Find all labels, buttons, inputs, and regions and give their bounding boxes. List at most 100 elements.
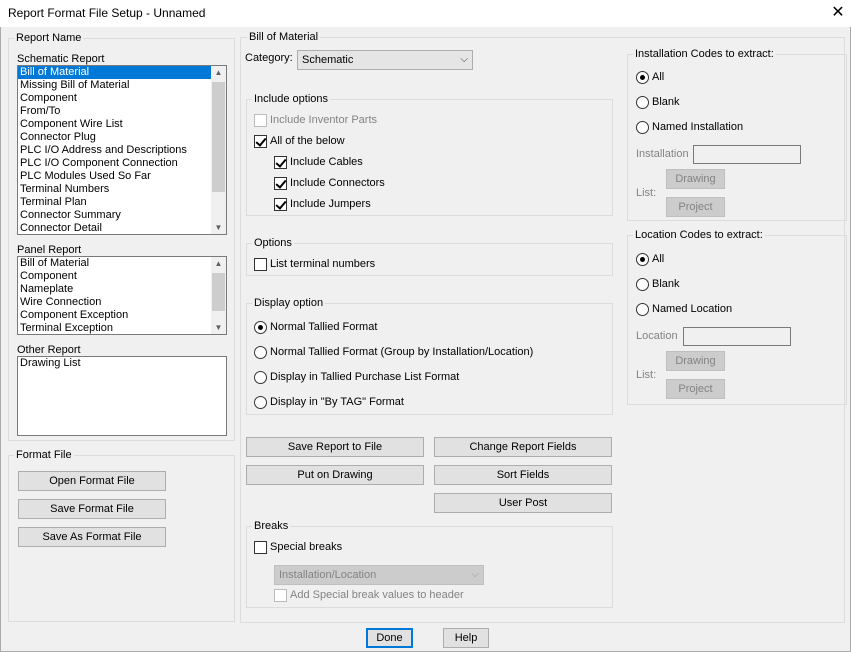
scroll-thumb[interactable] — [212, 273, 225, 311]
list-item[interactable]: Terminal Numbers — [18, 183, 226, 196]
display-option-label: Display in "By TAG" Format — [270, 396, 404, 408]
location-blank-label: Blank — [652, 278, 680, 290]
include-cables-checkbox[interactable] — [274, 156, 287, 169]
list-item[interactable]: Bill of Material — [18, 66, 226, 79]
scroll-down-icon[interactable]: ▼ — [211, 221, 226, 234]
save-as-format-file-button[interactable]: Save As Format File — [18, 527, 166, 547]
display-option-radio[interactable] — [254, 396, 267, 409]
special-breaks-label: Special breaks — [270, 541, 343, 553]
location-field-label: Location — [636, 330, 678, 342]
location-codes-label: Location Codes to extract: — [633, 229, 765, 241]
list-item[interactable]: PLC I/O Address and Descriptions — [18, 144, 226, 157]
window-title: Report Format File Setup - Unnamed — [8, 6, 206, 20]
scroll-up-icon[interactable]: ▲ — [211, 257, 226, 270]
installation-list-label: List: — [636, 187, 657, 199]
close-icon[interactable]: ✕ — [827, 2, 849, 24]
display-option-label: Display option — [252, 297, 326, 309]
report-name-label: Report Name — [14, 32, 84, 44]
panel-report-list[interactable]: Bill of Material Component Nameplate Wire C… — [17, 256, 227, 335]
installation-field-label: Installation — [636, 148, 689, 160]
location-all-label: All — [652, 253, 665, 265]
section-title: Bill of Material — [247, 31, 321, 43]
list-item[interactable]: Drawing List — [18, 357, 226, 370]
schematic-report-list[interactable]: Bill of Material Missing Bill of Material… — [17, 65, 227, 235]
list-item[interactable]: Component Exception — [18, 309, 226, 322]
change-report-fields-button[interactable]: Change Report Fields — [434, 437, 612, 457]
scroll-up-icon[interactable]: ▲ — [211, 66, 226, 79]
display-option-radio[interactable] — [254, 321, 267, 334]
list-item[interactable]: From/To — [18, 105, 226, 118]
list-terminal-numbers-label: List terminal numbers — [270, 258, 376, 270]
panel-list-scrollbar[interactable]: ▲ ▼ — [211, 257, 226, 334]
installation-blank-radio[interactable] — [636, 96, 649, 109]
display-option-radio[interactable] — [254, 346, 267, 359]
category-value: Schematic — [302, 54, 354, 66]
help-button[interactable]: Help — [443, 628, 489, 648]
location-blank-radio[interactable] — [636, 278, 649, 291]
special-breaks-checkbox[interactable] — [254, 541, 267, 554]
list-item[interactable]: Connector Summary — [18, 209, 226, 222]
include-connectors-label: Include Connectors — [290, 177, 385, 189]
other-report-list[interactable]: Drawing List — [17, 356, 227, 436]
list-item[interactable]: Terminal Plan — [18, 196, 226, 209]
include-jumpers-label: Include Jumpers — [290, 198, 371, 210]
installation-codes-label: Installation Codes to extract: — [633, 48, 776, 60]
list-item[interactable]: Connector Plug — [18, 131, 226, 144]
sort-fields-button[interactable]: Sort Fields — [434, 465, 612, 485]
named-installation-label: Named Installation — [652, 121, 744, 133]
save-report-to-file-button[interactable]: Save Report to File — [246, 437, 424, 457]
location-list-label: List: — [636, 369, 657, 381]
named-location-label: Named Location — [652, 303, 733, 315]
list-item[interactable]: PLC I/O Component Connection — [18, 157, 226, 170]
installation-drawing-button[interactable]: Drawing — [666, 169, 725, 189]
list-item[interactable]: Connector Detail — [18, 222, 226, 234]
all-below-checkbox[interactable] — [254, 135, 267, 148]
options-label: Options — [252, 237, 294, 249]
installation-blank-label: Blank — [652, 96, 680, 108]
list-item[interactable]: Missing Bill of Material — [18, 79, 226, 92]
schematic-list-scrollbar[interactable]: ▲ ▼ — [211, 66, 226, 234]
list-item[interactable]: Wire Connection — [18, 296, 226, 309]
location-input[interactable] — [683, 327, 791, 346]
list-item[interactable]: Component Wire List — [18, 118, 226, 131]
named-location-radio[interactable] — [636, 303, 649, 316]
category-dropdown[interactable]: Schematic ⌵ — [297, 50, 473, 70]
location-all-radio[interactable] — [636, 253, 649, 266]
include-connectors-checkbox[interactable] — [274, 177, 287, 190]
break-type-value: Installation/Location — [279, 569, 377, 581]
scroll-thumb[interactable] — [212, 82, 225, 192]
list-item[interactable]: Nameplate — [18, 283, 226, 296]
include-inventor-parts-checkbox[interactable] — [254, 114, 267, 127]
installation-project-button[interactable]: Project — [666, 197, 725, 217]
chevron-down-icon: ⌵ — [471, 569, 479, 580]
location-project-button[interactable]: Project — [666, 379, 725, 399]
list-item[interactable]: Terminal Exception — [18, 322, 226, 334]
add-break-values-checkbox[interactable] — [274, 589, 287, 602]
list-item[interactable]: Bill of Material — [18, 257, 226, 270]
list-item[interactable]: Component — [18, 270, 226, 283]
installation-input[interactable] — [693, 145, 801, 164]
format-file-label: Format File — [14, 449, 74, 461]
list-item[interactable]: PLC Modules Used So Far — [18, 170, 226, 183]
save-format-file-button[interactable]: Save Format File — [18, 499, 166, 519]
done-button[interactable]: Done — [366, 628, 413, 648]
break-type-dropdown[interactable]: Installation/Location ⌵ — [274, 565, 484, 585]
chevron-down-icon: ⌵ — [460, 54, 468, 65]
include-jumpers-checkbox[interactable] — [274, 198, 287, 211]
installation-all-label: All — [652, 71, 665, 83]
list-terminal-numbers-checkbox[interactable] — [254, 258, 267, 271]
add-break-values-label: Add Special break values to header — [290, 589, 464, 601]
user-post-button[interactable]: User Post — [434, 493, 612, 513]
named-installation-radio[interactable] — [636, 121, 649, 134]
location-drawing-button[interactable]: Drawing — [666, 351, 725, 371]
display-option-label: Display in Tallied Purchase List Format — [270, 371, 460, 383]
list-item[interactable]: Component — [18, 92, 226, 105]
put-on-drawing-button[interactable]: Put on Drawing — [246, 465, 424, 485]
breaks-label: Breaks — [252, 520, 291, 532]
display-option-radio[interactable] — [254, 371, 267, 384]
category-label: Category: — [245, 52, 293, 64]
include-inventor-parts-label: Include Inventor Parts — [270, 114, 378, 126]
open-format-file-button[interactable]: Open Format File — [18, 471, 166, 491]
installation-all-radio[interactable] — [636, 71, 649, 84]
scroll-down-icon[interactable]: ▼ — [211, 321, 226, 334]
